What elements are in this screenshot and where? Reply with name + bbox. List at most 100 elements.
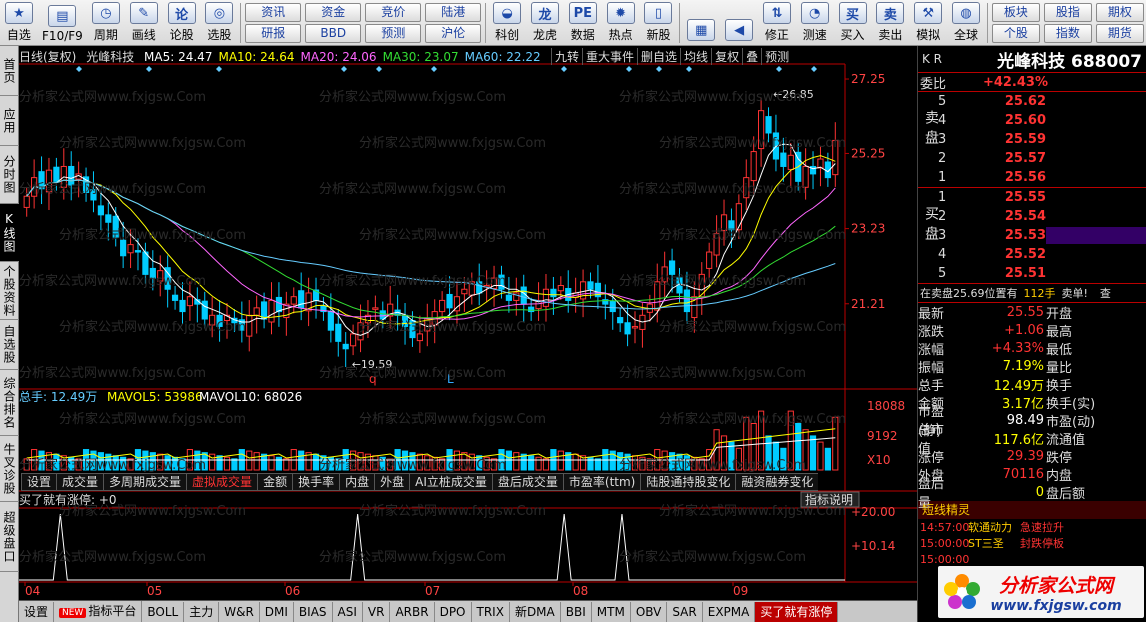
- sub-tab-9[interactable]: 盘后成交量: [491, 473, 563, 491]
- chart-top-button-0[interactable]: 九转: [551, 48, 582, 65]
- chart-canvas[interactable]: 27.25 25.25 23.23 21.21 ←26.85 ←19.59q L 总手: 12…: [19, 46, 917, 600]
- tool-button-3[interactable]: ✎ 画线: [125, 0, 163, 46]
- bottom-tab-3[interactable]: 主力: [184, 601, 220, 622]
- tool-button-2[interactable]: ◷ 周期: [87, 0, 125, 46]
- market-pair-bottom-button[interactable]: 指数: [1043, 23, 1092, 43]
- bottom-tab-6[interactable]: BIAS: [294, 601, 333, 622]
- bottom-tab-0[interactable]: 设置: [19, 601, 55, 622]
- volume-axis-label-2: X10: [867, 453, 891, 467]
- bottom-tab-4[interactable]: W&R: [219, 601, 260, 622]
- tool-button-0[interactable]: ★ 自选: [0, 0, 38, 46]
- bottom-tab-11[interactable]: TRIX: [472, 601, 510, 622]
- info-pair-top-button[interactable]: 资讯: [245, 2, 302, 22]
- chart-top-button-3[interactable]: 均线: [680, 48, 711, 65]
- candle-body: [45, 169, 53, 193]
- sub-tab-2[interactable]: 多周期成交量: [103, 473, 187, 491]
- candle-body: [298, 290, 305, 309]
- alert-row-1[interactable]: 15:00:00 ST三圣 封跌停板: [918, 535, 1146, 551]
- alert-row-0[interactable]: 14:57:00 软通动力 急速拉升: [918, 519, 1146, 535]
- action-button-7[interactable]: ◍ 全球: [947, 0, 985, 46]
- chart-top-button-4[interactable]: 复权: [711, 48, 742, 65]
- volume-bar: [179, 458, 186, 471]
- alert-row-2[interactable]: 15:00:00: [918, 551, 1146, 567]
- event-diamond-icon: [376, 66, 382, 72]
- candle-body: [439, 299, 446, 313]
- left-tab-5[interactable]: 自选股: [0, 320, 19, 370]
- bottom-tab-10[interactable]: DPO: [435, 601, 472, 622]
- tool-button-4[interactable]: 论论股: [163, 0, 201, 46]
- info-pair-bottom-button[interactable]: 预测: [365, 23, 422, 43]
- market-pair-bottom-button[interactable]: 期货: [1095, 23, 1144, 43]
- chart-top-button-2[interactable]: 删自选: [637, 48, 680, 65]
- bottom-tab-13[interactable]: BBI: [561, 601, 592, 622]
- sub-tab-0[interactable]: 设置: [21, 473, 57, 491]
- bottom-tab-15[interactable]: OBV: [631, 601, 668, 622]
- left-tab-6[interactable]: 综合排名: [0, 370, 19, 436]
- action-button-1[interactable]: ◀: [720, 0, 758, 46]
- stat-row-10: 盘后量0盘后额: [918, 477, 1146, 511]
- sub-tab-11[interactable]: 陆股通持股变化: [640, 473, 736, 491]
- market-pair-bottom-button[interactable]: 个股: [991, 23, 1040, 43]
- volume-bar: [335, 458, 342, 471]
- chart-top-button-5[interactable]: 叠: [742, 48, 761, 65]
- bottom-tab-14[interactable]: MTM: [592, 601, 631, 622]
- feature-button-1[interactable]: 龙龙虎: [526, 0, 564, 46]
- tool-button-1[interactable]: ▤ F10/F9: [38, 0, 87, 46]
- sub-tab-7[interactable]: 外盘: [374, 473, 410, 491]
- info-pair-bottom-button[interactable]: 沪伦: [425, 23, 482, 43]
- feature-button-2[interactable]: PE 数据: [564, 0, 602, 46]
- left-tab-8[interactable]: 超级盘口: [0, 502, 19, 572]
- action-button-5[interactable]: 卖卖出: [871, 0, 909, 46]
- left-tab-3[interactable]: K线图: [0, 204, 19, 262]
- kline-chart-area[interactable]: 27.25 25.25 23.23 21.21 ←26.85 ←19.59 q L 总手: 12…: [19, 46, 917, 600]
- left-tab-4[interactable]: 个股资料: [0, 262, 19, 320]
- sub-tab-3[interactable]: 虚拟成交量: [186, 473, 258, 491]
- sub-tab-6[interactable]: 内盘: [339, 473, 375, 491]
- action-button-6[interactable]: ⚒ 模拟: [909, 0, 947, 46]
- date-axis-label-5: 09: [733, 584, 748, 598]
- left-tab-2[interactable]: 分时图: [0, 146, 19, 204]
- volume-bar: [809, 435, 817, 471]
- action-button-0[interactable]: ▦: [682, 0, 720, 46]
- sub-tab-4[interactable]: 金额: [257, 473, 293, 491]
- left-tab-0[interactable]: 首页: [0, 46, 19, 96]
- sub-tab-10[interactable]: 市盈率(ttm): [562, 473, 641, 491]
- action-button-3[interactable]: ◔ 测速: [796, 0, 834, 46]
- bottom-tab-7[interactable]: ASI: [333, 601, 363, 622]
- market-pair-top-button[interactable]: 股指: [1043, 2, 1092, 22]
- feature-button-4[interactable]: ▯ 新股: [640, 0, 678, 46]
- bottom-tab-17[interactable]: EXPMA: [703, 601, 756, 622]
- bottom-tab-5[interactable]: DMI: [260, 601, 294, 622]
- bottom-tab-label: W&R: [224, 604, 254, 619]
- sub-tab-5[interactable]: 换手率: [292, 473, 340, 491]
- info-pair-top-button[interactable]: 陆港: [425, 2, 482, 22]
- bottom-tab-18[interactable]: 买了就有涨停: [755, 601, 839, 622]
- sub-tab-8[interactable]: AI立桩成交量: [409, 473, 492, 491]
- bottom-tab-2[interactable]: BOLL: [142, 601, 185, 622]
- info-pair-top-button[interactable]: 竞价: [365, 2, 422, 22]
- chart-top-button-1[interactable]: 重大事件: [582, 48, 637, 65]
- left-tab-7[interactable]: 牛叉诊股: [0, 436, 19, 502]
- bottom-tab-16[interactable]: SAR: [667, 601, 703, 622]
- bottom-tab-1[interactable]: NEW 指标平台: [54, 600, 143, 622]
- volume-bar: [765, 435, 772, 471]
- sub-tab-1[interactable]: 成交量: [56, 473, 104, 491]
- action-button-4[interactable]: 买买入: [834, 0, 872, 46]
- market-pair-top-button[interactable]: 期权: [1095, 2, 1144, 22]
- volume-bar: [631, 455, 639, 471]
- feature-button-3[interactable]: ✹ 热点: [602, 0, 640, 46]
- bottom-tab-12[interactable]: 新DMA: [510, 601, 561, 622]
- market-pair-top-button[interactable]: 板块: [991, 2, 1040, 22]
- quote-title[interactable]: 光峰科技 688007: [997, 47, 1142, 72]
- info-pair-bottom-button[interactable]: BBD: [305, 23, 362, 43]
- left-tab-1[interactable]: 应用: [0, 96, 19, 146]
- tool-button-5[interactable]: ◎ 选股: [201, 0, 239, 46]
- info-pair-top-button[interactable]: 资金: [305, 2, 362, 22]
- feature-button-0[interactable]: ◒ 科创: [488, 0, 526, 46]
- action-button-2[interactable]: ⇅ 修正: [758, 0, 796, 46]
- chart-top-button-6[interactable]: 预测: [761, 48, 792, 65]
- info-pair-bottom-button[interactable]: 研报: [245, 23, 302, 43]
- bottom-tab-9[interactable]: ARBR: [390, 601, 435, 622]
- sub-tab-12[interactable]: 融资融券变化: [735, 473, 819, 491]
- bottom-tab-8[interactable]: VR: [363, 601, 391, 622]
